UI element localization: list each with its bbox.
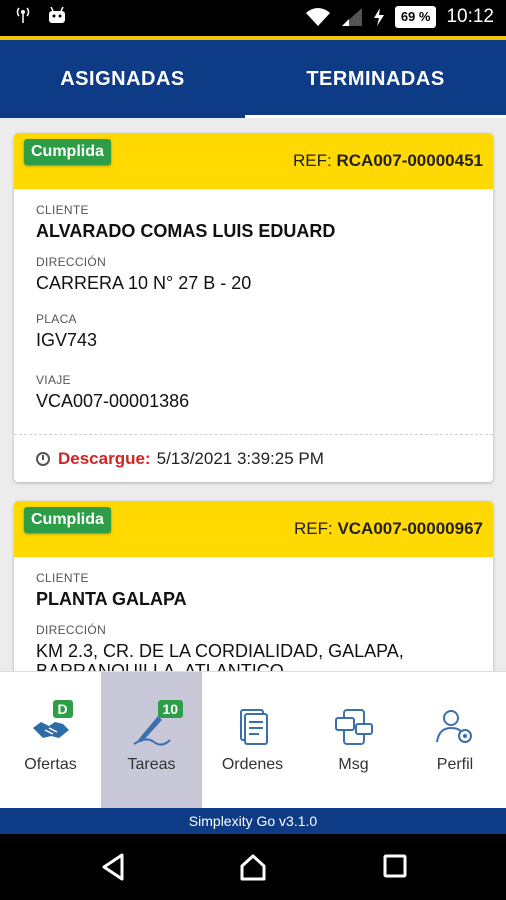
nav-perfil[interactable]: Perfil [404, 672, 506, 809]
recents-icon[interactable] [381, 852, 409, 880]
message-phone-icon [334, 706, 374, 746]
tab-bar: ASIGNADAS TERMINADAS [0, 40, 506, 118]
clock-icon [36, 451, 50, 466]
nav-badge: 10 [157, 700, 184, 718]
status-badge: Cumplida [24, 139, 111, 165]
signal-tower-icon [16, 7, 30, 23]
nav-label: Msg [338, 756, 369, 773]
back-icon[interactable] [98, 852, 128, 882]
nav-label: Ordenes [221, 756, 284, 773]
status-badge: Cumplida [24, 507, 111, 533]
card-fields: CLIENTE PLANTA GALAPA DIRECCIÓN KM 2.3, … [14, 557, 493, 671]
bottom-navigation: D Ofertas 10 Tareas Ordenes Msg Perfil [0, 671, 506, 809]
nav-ordenes[interactable]: Ordenes [202, 672, 303, 809]
card-fields: CLIENTE ALVARADO COMAS LUIS EDUARD DIREC… [14, 189, 493, 412]
task-list[interactable]: Cumplida REF: RCA007-00000451 CLIENTE AL… [0, 118, 506, 671]
field-value-direccion: KM 2.3, CR. DE LA CORDIALIDAD, GALAPA, B… [36, 641, 404, 671]
card-footer: Descargue: 5/13/2021 3:39:25 PM [14, 434, 493, 482]
home-icon[interactable] [238, 852, 268, 882]
field-label-viaje: VIAJE [36, 373, 71, 387]
nav-tareas[interactable]: 10 Tareas [101, 672, 202, 809]
tab-terminadas[interactable]: TERMINADAS [245, 40, 506, 118]
card-header: Cumplida REF: RCA007-00000451 [14, 133, 493, 189]
card-reference: REF: RCA007-00000451 [293, 151, 483, 171]
task-card[interactable]: Cumplida REF: VCA007-00000967 CLIENTE PL… [14, 501, 493, 671]
card-reference: REF: VCA007-00000967 [294, 519, 483, 539]
field-value-cliente: ALVARADO COMAS LUIS EDUARD [36, 221, 336, 241]
version-footer: Simplexity Go v3.1.0 [0, 808, 506, 834]
nav-badge: D [52, 700, 73, 718]
handshake-icon: D [31, 700, 73, 746]
field-label-cliente: CLIENTE [36, 203, 89, 217]
charging-icon [373, 8, 384, 26]
document-list-icon [233, 706, 273, 746]
descargue-value: 5/13/2021 3:39:25 PM [156, 448, 324, 468]
card-header: Cumplida REF: VCA007-00000967 [14, 501, 493, 557]
nav-label: Perfil [436, 756, 474, 773]
status-bar: 69 % 10:12 [0, 0, 506, 36]
field-value-direccion: CARRERA 10 N° 27 B - 20 [36, 273, 252, 293]
ref-label: REF: [293, 151, 332, 170]
tab-asignadas[interactable]: ASIGNADAS [0, 40, 245, 118]
user-gear-icon [435, 706, 475, 746]
descargue-label: Descargue: [58, 448, 151, 468]
field-label-direccion: DIRECCIÓN [36, 623, 107, 637]
task-card[interactable]: Cumplida REF: RCA007-00000451 CLIENTE AL… [14, 133, 493, 482]
field-value-viaje: VCA007-00001386 [36, 391, 190, 411]
battery-indicator: 69 % [394, 6, 437, 28]
ref-label: REF: [293, 519, 333, 538]
nav-msg[interactable]: Msg [303, 672, 404, 809]
field-label-cliente: CLIENTE [36, 571, 89, 585]
android-icon [49, 7, 65, 23]
system-navigation-bar [0, 834, 506, 900]
cell-signal-icon [341, 8, 362, 26]
nav-label: Tareas [127, 756, 176, 773]
field-label-direccion: DIRECCIÓN [36, 255, 107, 269]
nav-ofertas[interactable]: D Ofertas [0, 672, 101, 809]
ref-value: VCA007-00000967 [337, 519, 483, 538]
wifi-icon [305, 8, 330, 26]
ref-value: RCA007-00000451 [336, 151, 484, 170]
field-value-cliente: PLANTA GALAPA [36, 589, 187, 609]
nav-label: Ofertas [24, 756, 77, 773]
task-pen-icon: 10 [132, 700, 184, 746]
field-label-placa: PLACA [36, 312, 77, 326]
field-value-placa: IGV743 [36, 330, 98, 350]
clock: 10:12 [446, 6, 494, 27]
